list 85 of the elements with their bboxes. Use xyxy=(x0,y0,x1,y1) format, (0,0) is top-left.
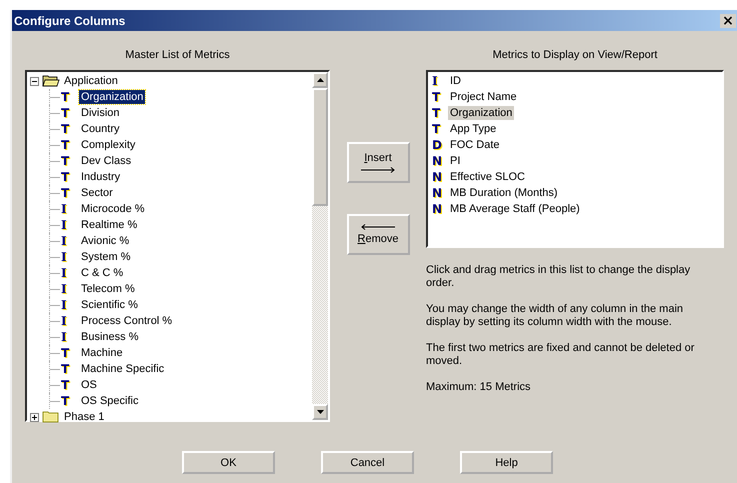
type-glyph: T xyxy=(61,122,70,136)
tree-item[interactable]: Machine xyxy=(79,346,125,360)
tree-item[interactable]: Machine Specific xyxy=(79,362,166,376)
scrollbar[interactable] xyxy=(312,72,328,420)
tree-item[interactable]: Phase 1 xyxy=(62,410,106,424)
help-button[interactable]: Help xyxy=(460,451,553,474)
tree-item[interactable]: Avionic % xyxy=(79,234,132,248)
type-glyph: N xyxy=(432,170,444,184)
remove-button[interactable]: Remove xyxy=(346,214,410,255)
list-item[interactable]: PI xyxy=(448,154,462,168)
list-heading: Master List of Metrics xyxy=(124,48,231,63)
help-text: Maximum: 15 Metrics xyxy=(426,381,532,394)
type-glyph: I xyxy=(61,234,68,248)
scroll-up-button[interactable] xyxy=(312,72,328,88)
tree-item[interactable]: OS xyxy=(79,378,99,392)
insert-button[interactable]: Insert xyxy=(346,142,410,183)
type-glyph: T xyxy=(432,90,442,104)
tree-item[interactable]: Application xyxy=(62,74,120,88)
list-item[interactable]: MB Average Staff (People) xyxy=(448,202,582,216)
help-text: You may change the width of any column in the main display by setting its column width with the mouse. xyxy=(426,303,684,329)
tree-item[interactable]: Sector xyxy=(79,186,115,200)
right-arrow-icon xyxy=(361,167,395,173)
type-glyph: T xyxy=(61,346,70,360)
left-arrow-icon xyxy=(361,224,395,230)
scroll-down-button[interactable] xyxy=(312,404,328,420)
tree-item[interactable]: OS Specific xyxy=(79,394,140,408)
type-glyph: N xyxy=(432,186,444,200)
tree-item[interactable]: Realtime % xyxy=(79,218,140,232)
type-glyph: I xyxy=(61,250,68,264)
type-glyph: T xyxy=(432,106,442,120)
list-heading: Metrics to Display on View/Report xyxy=(492,48,658,63)
type-glyph: T xyxy=(61,106,70,120)
type-glyph: I xyxy=(61,202,68,216)
list-item[interactable]: FOC Date xyxy=(448,138,502,152)
list-item[interactable]: Project Name xyxy=(448,90,519,104)
list-item[interactable]: Effective SLOC xyxy=(448,170,527,184)
tree-item[interactable]: Industry xyxy=(79,170,122,184)
scroll-thumb[interactable] xyxy=(312,88,328,206)
expand-icon[interactable] xyxy=(30,412,41,422)
tree-item[interactable]: Telecom % xyxy=(79,282,137,296)
type-glyph: I xyxy=(61,266,68,280)
type-glyph: I xyxy=(61,282,68,296)
type-glyph: T xyxy=(61,138,70,152)
type-glyph: N xyxy=(432,202,444,216)
window-title: Configure Columns xyxy=(14,14,126,28)
tree-item[interactable]: Process Control % xyxy=(79,314,174,328)
type-glyph: T xyxy=(61,378,70,392)
tree-item[interactable]: System % xyxy=(79,250,133,264)
list-item[interactable]: App Type xyxy=(448,122,498,136)
tree-item[interactable]: Microcode % xyxy=(79,202,147,216)
folder-icon xyxy=(42,410,60,424)
type-glyph: I xyxy=(61,314,68,328)
type-glyph: T xyxy=(61,154,70,168)
type-glyph: T xyxy=(61,362,70,376)
list-item[interactable]: ID xyxy=(448,74,463,88)
list-item[interactable]: MB Duration (Months) xyxy=(448,186,560,200)
down-arrow-icon xyxy=(316,410,324,414)
tree-item[interactable]: Division xyxy=(79,106,122,120)
collapse-icon[interactable] xyxy=(30,76,41,86)
help-text: Click and drag metrics in this list to change the display order. xyxy=(426,264,692,290)
tree-item[interactable]: Dev Class xyxy=(79,154,134,168)
help-text: The first two metrics are fixed and cannot be deleted or moved. xyxy=(426,342,696,368)
tree-item[interactable]: Scientific % xyxy=(79,298,140,312)
type-glyph: I xyxy=(61,218,68,232)
type-glyph: T xyxy=(432,122,442,136)
tree-item[interactable]: Complexity xyxy=(79,138,138,152)
tree-item[interactable]: Business % xyxy=(79,330,140,344)
ok-button[interactable]: OK xyxy=(182,451,275,474)
close-button[interactable]: × xyxy=(720,14,736,28)
up-arrow-icon xyxy=(316,78,324,82)
cancel-button[interactable]: Cancel xyxy=(321,451,414,474)
type-glyph: T xyxy=(61,186,70,200)
tree-item[interactable]: C & C % xyxy=(79,266,126,280)
open-folder-icon xyxy=(42,74,60,88)
type-glyph: I xyxy=(61,298,68,312)
tree-item[interactable]: Organization xyxy=(79,90,146,104)
type-glyph: D xyxy=(432,138,443,152)
type-glyph: T xyxy=(61,170,70,184)
type-glyph: I xyxy=(61,330,68,344)
type-glyph: T xyxy=(61,394,70,408)
type-glyph: T xyxy=(61,90,70,104)
type-glyph: I xyxy=(432,74,439,88)
list-item[interactable]: Organization xyxy=(448,106,514,120)
tree-item[interactable]: Country xyxy=(79,122,122,136)
type-glyph: N xyxy=(432,154,444,168)
